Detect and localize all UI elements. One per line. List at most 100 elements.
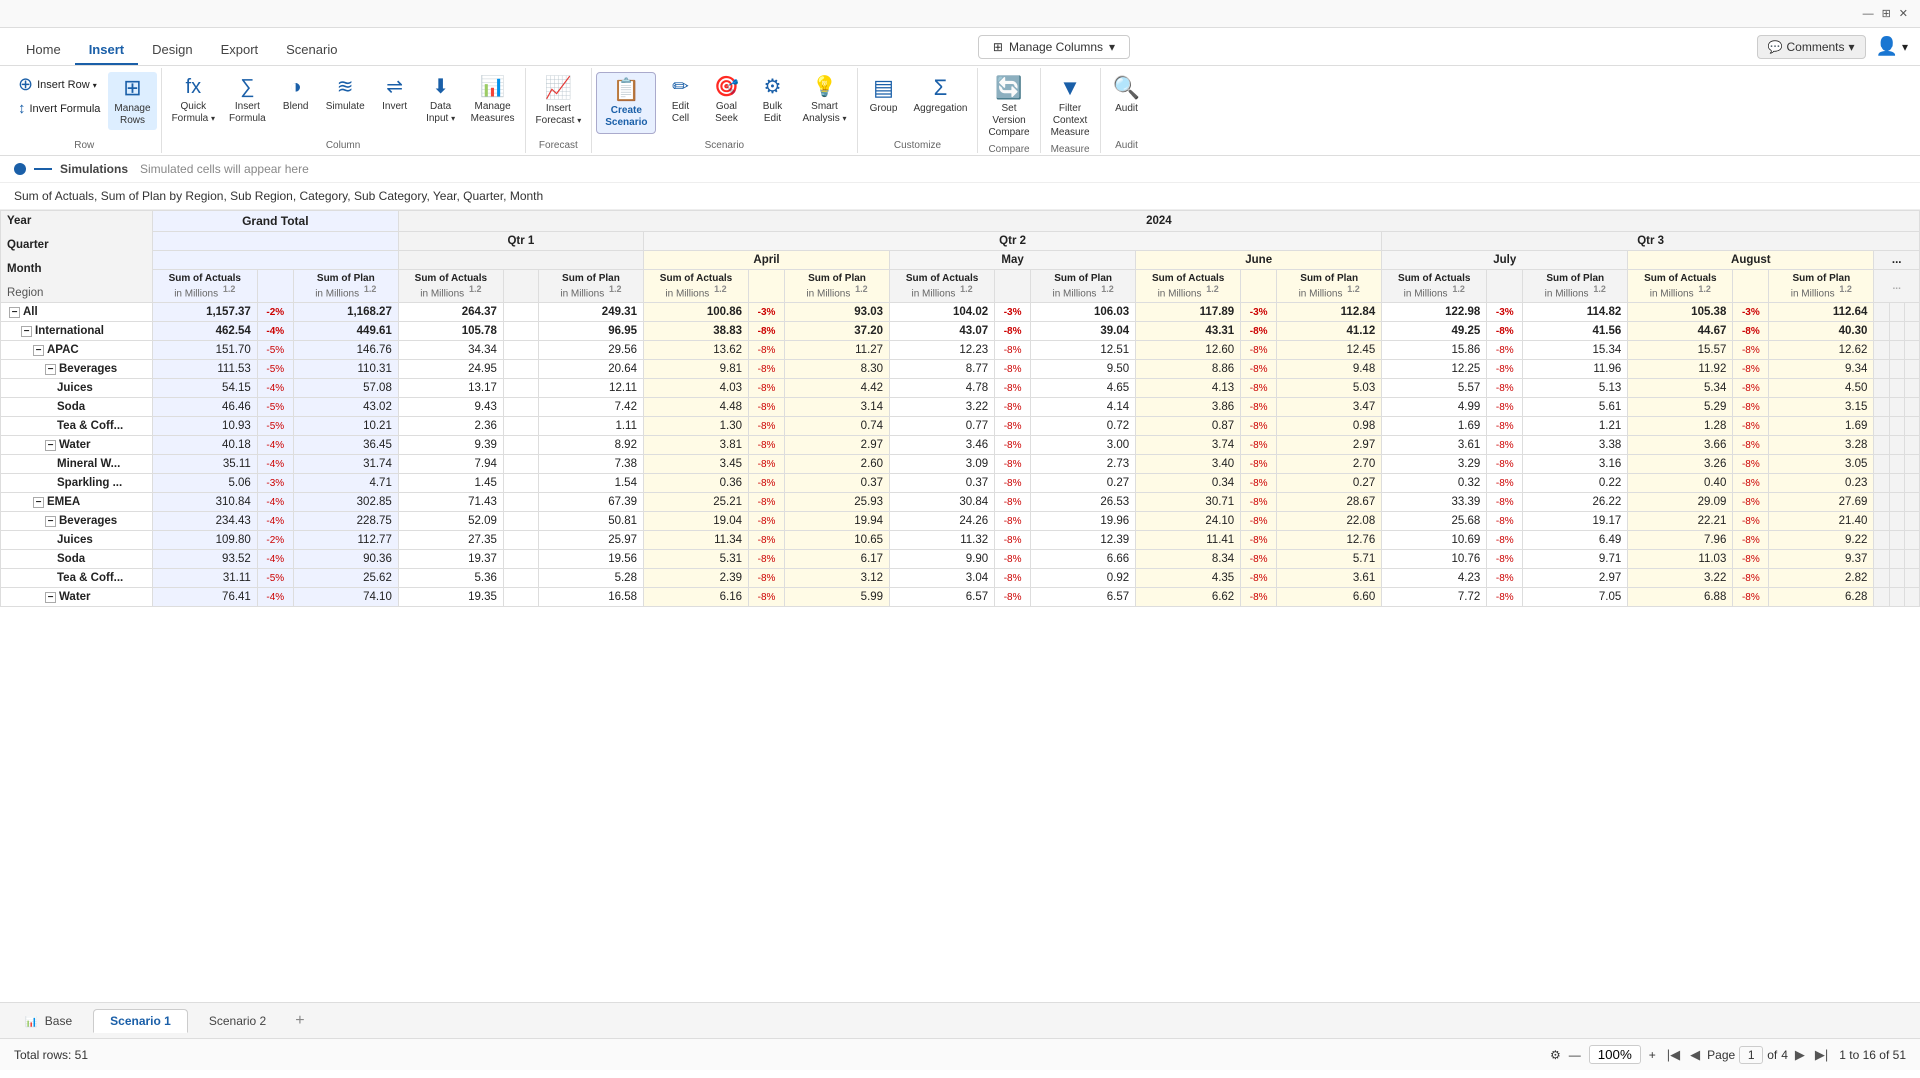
- expand-icon[interactable]: −: [33, 497, 44, 508]
- data-cell: 9.34: [1769, 360, 1874, 379]
- zoom-input[interactable]: [1589, 1045, 1641, 1064]
- audit-button[interactable]: 🔍 Audit: [1105, 72, 1149, 118]
- expand-icon[interactable]: −: [45, 516, 56, 527]
- table-row: Soda46.46-5%43.029.437.424.48-8%3.143.22…: [1, 398, 1920, 417]
- jul-plan-sort-icon[interactable]: 1.2: [1593, 284, 1606, 294]
- qtr1-plan-sort-icon[interactable]: 1.2: [609, 284, 622, 294]
- data-cell: 8.77: [890, 360, 995, 379]
- manage-columns-button[interactable]: ⊞ Manage Columns ▾: [978, 35, 1130, 59]
- tab-design[interactable]: Design: [138, 36, 206, 65]
- data-cell: 19.37: [398, 550, 503, 569]
- jul-actuals-sort-icon[interactable]: 1.2: [1452, 284, 1465, 294]
- aggregation-button[interactable]: Σ Aggregation: [908, 72, 974, 118]
- may-actuals-sort-icon[interactable]: 1.2: [960, 284, 973, 294]
- insert-forecast-button[interactable]: 📈 InsertForecast ▾: [530, 72, 588, 130]
- edit-cell-button[interactable]: ✏ EditCell: [658, 72, 702, 128]
- minimize-icon[interactable]: —: [1863, 8, 1874, 20]
- sheet-tab-scenario1[interactable]: Scenario 1: [93, 1009, 188, 1033]
- prev-page-button[interactable]: ◀: [1687, 1047, 1703, 1063]
- jun-actuals-sort-icon[interactable]: 1.2: [1206, 284, 1219, 294]
- next-page-button[interactable]: ▶: [1792, 1047, 1808, 1063]
- row-label: −Beverages: [1, 360, 153, 379]
- last-page-button[interactable]: ▶|: [1812, 1047, 1831, 1063]
- data-cell: 122.98: [1382, 303, 1487, 322]
- jun-plan-sort-icon[interactable]: 1.2: [1347, 284, 1360, 294]
- gt-plan-sort-icon[interactable]: 1.2: [364, 284, 377, 294]
- simulate-button[interactable]: ≋ Simulate: [320, 72, 371, 116]
- aug-plan-sort-icon[interactable]: 1.2: [1839, 284, 1852, 294]
- quick-formula-button[interactable]: fx QuickFormula ▾: [166, 72, 221, 128]
- data-cell: 2.60: [785, 455, 890, 474]
- row-label: −International: [1, 322, 153, 341]
- may-plan-sort-icon[interactable]: 1.2: [1101, 284, 1114, 294]
- maximize-icon[interactable]: ⊞: [1882, 7, 1891, 20]
- table-row: −All1,157.37-2%1,168.27264.37249.31100.8…: [1, 303, 1920, 322]
- aug-actuals-sort-icon[interactable]: 1.2: [1698, 284, 1711, 294]
- smart-analysis-button[interactable]: 💡 SmartAnalysis ▾: [796, 72, 852, 128]
- data-cell: 15.57: [1628, 341, 1733, 360]
- blend-button[interactable]: ◑ Blend: [274, 72, 318, 116]
- sheet-tab-scenario2[interactable]: Scenario 2: [192, 1009, 283, 1033]
- table-container[interactable]: Year Quarter Month Region Grand Total 20…: [0, 210, 1920, 1002]
- forecast-group-label: Forecast: [530, 138, 588, 153]
- expand-icon[interactable]: −: [45, 440, 56, 451]
- tab-insert[interactable]: Insert: [75, 36, 138, 65]
- bulk-edit-button[interactable]: ⚙ BulkEdit: [750, 72, 794, 128]
- data-cell: 10.65: [785, 531, 890, 550]
- data-cell: 109.80: [152, 531, 257, 550]
- settings-icon[interactable]: ⚙: [1550, 1048, 1561, 1062]
- data-cell: 106.03: [1031, 303, 1136, 322]
- first-page-button[interactable]: |◀: [1664, 1047, 1683, 1063]
- user-icon: 👤: [1876, 36, 1898, 57]
- data-cell: 3.47: [1277, 398, 1382, 417]
- set-version-button[interactable]: 🔄 SetVersionCompare: [982, 72, 1035, 142]
- manage-measures-icon: 📊: [480, 75, 505, 99]
- expand-icon[interactable]: −: [45, 364, 56, 375]
- tab-home[interactable]: Home: [12, 36, 75, 65]
- add-tab-button[interactable]: +: [287, 1008, 312, 1034]
- apr-plan-sort-icon[interactable]: 1.2: [855, 284, 868, 294]
- tab-export[interactable]: Export: [207, 36, 273, 65]
- insert-row-button[interactable]: ⊕ Insert Row ▾: [12, 72, 106, 97]
- data-cell: 11.32: [890, 531, 995, 550]
- group-button[interactable]: ▤ Group: [862, 72, 906, 118]
- columns-icon: ⊞: [993, 40, 1003, 54]
- data-input-button[interactable]: ⬇ DataInput ▾: [419, 72, 463, 128]
- user-menu[interactable]: 👤 ▾: [1876, 36, 1908, 57]
- insert-formula-button[interactable]: ∑ InsertFormula: [223, 72, 272, 128]
- manage-measures-button[interactable]: 📊 ManageMeasures: [465, 72, 521, 128]
- expand-icon[interactable]: −: [21, 326, 32, 337]
- comments-button[interactable]: 💬 Comments ▾: [1757, 35, 1866, 59]
- aggregation-icon: Σ: [934, 75, 948, 101]
- expand-icon[interactable]: −: [9, 307, 20, 318]
- apr-actuals-sort-icon[interactable]: 1.2: [714, 284, 727, 294]
- invert-formula-button[interactable]: ↕ Invert Formula: [12, 98, 106, 119]
- expand-icon[interactable]: −: [33, 345, 44, 356]
- sheet-tab-base[interactable]: 📊 Base: [8, 1009, 89, 1033]
- gt-actuals-sort-icon[interactable]: 1.2: [223, 284, 236, 294]
- invert-button[interactable]: ⇌ Invert: [373, 72, 417, 116]
- data-cell: 449.61: [293, 322, 398, 341]
- data-cell: 4.65: [1031, 379, 1136, 398]
- create-scenario-button[interactable]: 📋 CreateScenario: [596, 72, 656, 134]
- data-cell: 264.37: [398, 303, 503, 322]
- table-body: −All1,157.37-2%1,168.27264.37249.31100.8…: [1, 303, 1920, 607]
- simulate-icon: ≋: [337, 75, 354, 99]
- tab-scenario[interactable]: Scenario: [272, 36, 351, 65]
- zoom-in-icon[interactable]: +: [1649, 1048, 1656, 1062]
- goal-seek-button[interactable]: 🎯 GoalSeek: [704, 72, 748, 128]
- page-range-label: 1 to 16 of 51: [1839, 1048, 1906, 1062]
- page-number[interactable]: 1: [1739, 1046, 1763, 1064]
- data-cell: 12.39: [1031, 531, 1136, 550]
- manage-rows-button[interactable]: ⊞ ManageRows: [108, 72, 156, 130]
- data-cell: 1.21: [1523, 417, 1628, 436]
- zoom-out-icon[interactable]: —: [1569, 1048, 1581, 1062]
- filter-context-button[interactable]: ▼ FilterContextMeasure: [1045, 72, 1096, 142]
- expand-icon[interactable]: −: [45, 592, 56, 603]
- qtr1-actuals-sort-icon[interactable]: 1.2: [469, 284, 482, 294]
- data-cell: 30.84: [890, 493, 995, 512]
- data-cell: 3.09: [890, 455, 995, 474]
- data-cell: 43.31: [1136, 322, 1241, 341]
- data-cell: 3.28: [1769, 436, 1874, 455]
- close-icon[interactable]: ✕: [1899, 7, 1908, 20]
